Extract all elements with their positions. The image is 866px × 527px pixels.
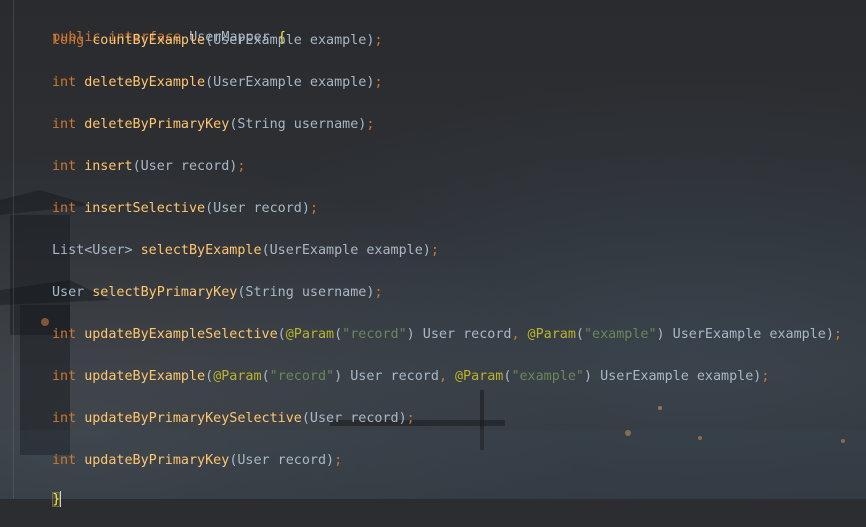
return-type: int [52,411,77,426]
method-name: insertSelective [84,201,206,216]
semicolon: ; [374,285,383,300]
method-params: (UserExample example) [205,75,375,90]
string-literal: "example" [583,327,657,342]
annotation: @Param [285,327,335,342]
code-line-closing-brace: } [20,473,62,507]
param-text: ) UserExample example) [656,327,834,342]
code-line-method: int updateByExampleSelective(@Param("reco… [20,326,842,344]
semicolon: ; [833,327,842,342]
method-name: selectByExample [140,243,262,258]
string-literal: "example" [511,369,584,384]
code-line-method: int updateByExample(@Param("record") User… [20,368,769,386]
method-name: countByExample [92,33,206,48]
return-type: long [52,33,85,48]
annotation: @Param [213,369,262,384]
code-line-method: User selectByPrimaryKey(String username); [20,284,383,302]
method-name: updateByPrimaryKey [84,453,230,468]
semicolon: ; [761,369,770,384]
code-editor[interactable]: public interface UserMapper{ long countByEx… [0,0,866,507]
semicolon: ; [309,201,318,216]
comma: , [438,369,447,384]
open-paren: ( [277,327,286,342]
semicolon: ; [374,33,383,48]
param-text: ) User record [406,327,512,342]
method-name: updateByExampleSelective [84,327,278,342]
annotation: @Param [527,327,576,342]
method-params: (String username) [229,117,367,132]
param-text: ) UserExample example) [584,369,762,384]
method-params: (UserExample example) [205,33,375,48]
comma: , [511,327,520,342]
return-type: List<User> [52,243,133,258]
method-name: updateByPrimaryKeySelective [84,411,302,426]
param-text: ) User record [334,369,439,384]
open-paren: ( [334,327,343,342]
return-type: int [52,75,77,90]
code-line-method: int updateByPrimaryKeySelective(User reco… [20,410,415,428]
code-line-method: int deleteByPrimaryKey(String username); [20,116,374,134]
code-line-method: int deleteByExample(UserExample example); [20,74,383,92]
method-name: updateByExample [84,369,206,384]
method-params: (String username) [237,285,375,300]
return-type: int [52,201,77,216]
method-name: insert [84,159,133,174]
return-type: int [52,117,77,132]
code-line-method: int updateByPrimaryKey(User record); [20,452,342,470]
string-literal: "record" [342,327,407,342]
return-type: User [52,285,85,300]
method-name: deleteByPrimaryKey [84,117,230,132]
string-literal: "record" [269,369,335,384]
semicolon: ; [430,243,439,258]
semicolon: ; [406,411,415,426]
method-params: (User record) [301,411,407,426]
return-type: int [52,369,77,384]
method-name: deleteByExample [84,75,206,90]
method-name: selectByPrimaryKey [92,285,238,300]
method-params: (User record) [205,201,310,216]
code-line-method: int insert(User record); [20,158,245,176]
method-params: (User record) [132,159,238,174]
close-brace: } [52,492,61,507]
code-line-interface-declaration: public interface UserMapper{ [20,11,286,45]
return-type: int [52,453,77,468]
code-line-method: int insertSelective(User record); [20,200,318,218]
semicolon: ; [334,453,343,468]
open-paren: ( [205,369,214,384]
indent-guide [13,0,14,499]
semicolon: ; [374,75,383,90]
semicolon: ; [366,117,375,132]
return-type: int [52,159,77,174]
annotation: @Param [455,369,504,384]
return-type: int [52,327,77,342]
method-params: (UserExample example) [261,243,431,258]
method-params: (User record) [229,453,335,468]
open-paren: ( [261,369,270,384]
semicolon: ; [237,159,246,174]
text-caret [60,491,62,507]
open-paren: ( [575,327,584,342]
code-line-method: List<User> selectByExample(UserExample ex… [20,242,439,260]
code-line-method: long countByExample(UserExample example); [20,32,383,50]
